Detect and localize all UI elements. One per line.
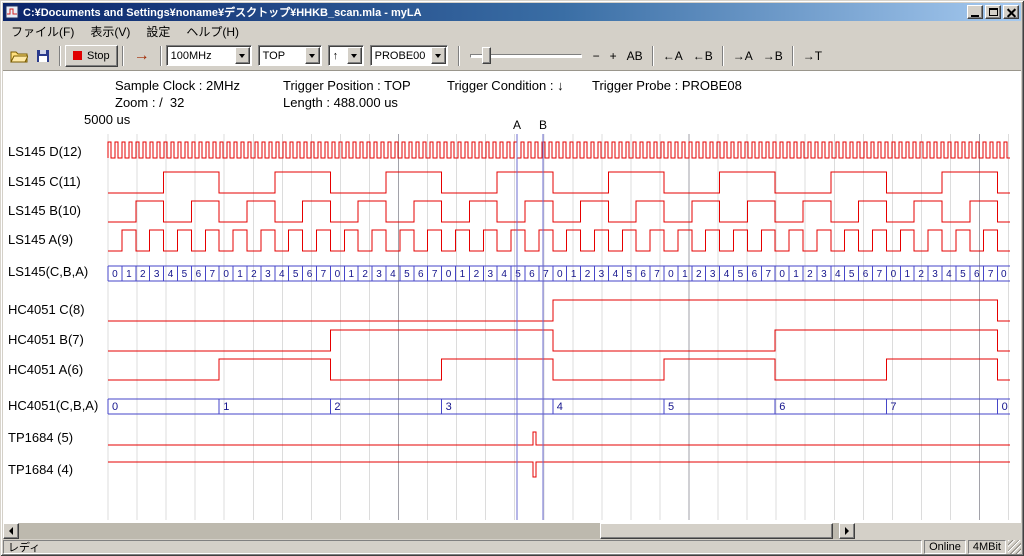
trigger-position-info: Trigger Position : TOP [283, 78, 411, 93]
trigger-edge-value: ↑ [329, 50, 347, 62]
toolbar-separator [458, 46, 460, 66]
trigger-probe-info: Trigger Probe : PROBE08 [592, 78, 742, 93]
menu-view[interactable]: 表示(V) [82, 21, 138, 42]
menu-help[interactable]: ヘルプ(H) [178, 21, 247, 42]
trigger-position-select[interactable]: TOP [258, 45, 322, 66]
scroll-left-button[interactable] [3, 523, 19, 539]
arrow-right-icon [845, 527, 849, 535]
save-button[interactable] [31, 45, 55, 67]
zoom-in-button[interactable]: + [605, 47, 622, 65]
floppy-disk-icon [36, 49, 50, 63]
close-button[interactable] [1003, 5, 1019, 19]
horizontal-scrollbar[interactable] [3, 523, 855, 539]
chevron-down-icon[interactable] [235, 47, 250, 64]
trigger-edge-select[interactable]: ↑ [328, 45, 364, 66]
sample-clock-info: Sample Clock : 2MHz [115, 78, 240, 93]
window-title: C:¥Documents and Settings¥noname¥デスクトップ¥… [23, 4, 965, 20]
menu-file[interactable]: ファイル(F) [3, 21, 82, 42]
chevron-down-icon[interactable] [347, 47, 362, 64]
minimize-button[interactable] [967, 5, 983, 19]
goto-cursor-a-prev-button[interactable]: ←A [658, 47, 688, 65]
minimize-icon [971, 15, 979, 17]
waveform-pane [3, 71, 1021, 523]
arrow-left-icon [9, 527, 13, 535]
toolbar-separator [160, 46, 162, 66]
scroll-thumb[interactable] [600, 523, 833, 539]
goto-trigger-button[interactable]: →T [798, 47, 827, 65]
close-icon [1007, 8, 1016, 17]
run-button[interactable]: → [128, 47, 156, 65]
toolbar-separator [59, 46, 61, 66]
goto-cursor-b-prev-button[interactable]: ←B [688, 47, 718, 65]
app-icon [5, 5, 19, 19]
zoom-slider[interactable] [470, 45, 582, 67]
zoom-info: Zoom : / 32 [115, 95, 184, 110]
toolbar-separator [792, 46, 794, 66]
toolbar-separator [652, 46, 654, 66]
menu-settings[interactable]: 設定 [138, 21, 178, 42]
goto-cursor-b-next-button[interactable]: →B [758, 47, 788, 65]
trigger-probe-select[interactable]: PROBE00 [370, 45, 448, 66]
maximize-button[interactable] [985, 5, 1001, 19]
status-text: レディ [3, 540, 922, 554]
goto-cursor-a-next-button[interactable]: →A [728, 47, 758, 65]
toolbar-separator [122, 46, 124, 66]
chevron-down-icon[interactable] [431, 47, 446, 64]
stop-icon [73, 51, 82, 60]
scrollbar-filler [855, 523, 1021, 539]
trigger-position-value: TOP [259, 50, 305, 62]
resize-grip[interactable] [1008, 540, 1021, 554]
menu-bar: ファイル(F) 表示(V) 設定 ヘルプ(H) [3, 21, 1021, 41]
zoom-out-button[interactable]: − [588, 47, 605, 65]
status-online: Online [924, 540, 966, 554]
app-window: C:¥Documents and Settings¥noname¥デスクトップ¥… [0, 0, 1024, 556]
title-bar[interactable]: C:¥Documents and Settings¥noname¥デスクトップ¥… [3, 3, 1021, 21]
stop-button[interactable]: Stop [65, 45, 118, 67]
sample-clock-select[interactable]: 100MHz [166, 45, 252, 66]
toolbar-separator [722, 46, 724, 66]
stop-label: Stop [87, 50, 110, 62]
chevron-down-icon[interactable] [305, 47, 320, 64]
length-info: Length : 488.000 us [283, 95, 398, 110]
toolbar: Stop → 100MHz TOP ↑ PROBE00 − + AB ←A [3, 41, 1021, 71]
maximize-icon [989, 8, 998, 16]
ab-range-button[interactable]: AB [622, 47, 648, 65]
time-division-label: 5000 us [84, 112, 130, 127]
trigger-probe-value: PROBE00 [371, 50, 431, 62]
scroll-right-button[interactable] [839, 523, 855, 539]
slider-thumb[interactable] [482, 47, 491, 64]
open-folder-icon [10, 49, 28, 63]
trigger-condition-info: Trigger Condition : ↓ [447, 78, 564, 93]
sample-clock-value: 100MHz [167, 50, 235, 62]
status-bar: レディ Online 4MBit [3, 540, 1021, 554]
status-memory: 4MBit [968, 540, 1006, 554]
open-button[interactable] [7, 45, 31, 67]
scroll-track[interactable] [19, 523, 839, 539]
